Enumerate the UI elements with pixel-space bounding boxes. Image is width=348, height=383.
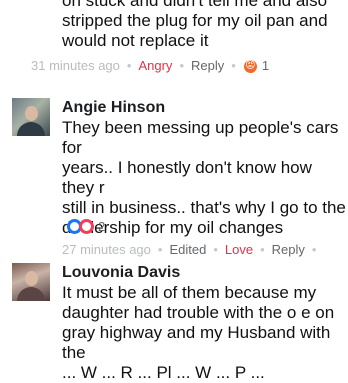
reply-button[interactable]: Reply bbox=[191, 57, 224, 75]
edited-label[interactable]: Edited bbox=[169, 241, 206, 259]
comment-timestamp: 31 minutes ago bbox=[31, 58, 120, 73]
reaction-count: 2 bbox=[98, 219, 106, 234]
love-reaction-icon bbox=[79, 219, 94, 234]
reaction-summary[interactable]: 😡 1 bbox=[242, 57, 270, 75]
comment-author[interactable]: Louvonia Davis bbox=[62, 263, 348, 283]
love-reaction-button[interactable]: Love bbox=[225, 241, 253, 259]
comment-meta: 31 minutes ago • Angry • Reply • 😡 1 bbox=[31, 57, 348, 75]
separator-dot: • bbox=[260, 242, 265, 257]
separator-dot: • bbox=[231, 58, 236, 73]
avatar[interactable] bbox=[12, 263, 50, 301]
reaction-summary[interactable]: 2 bbox=[67, 219, 105, 234]
comment-content: Louvonia Davis It must be all of them be… bbox=[62, 263, 348, 383]
comment-content: on stuck and didn't tell me and also str… bbox=[31, 0, 348, 75]
separator-dot: • bbox=[213, 242, 218, 257]
comment-meta: 27 minutes ago • Edited • Love • Reply • bbox=[62, 241, 348, 259]
comment-timestamp: 27 minutes ago bbox=[62, 242, 151, 257]
separator-dot: • bbox=[311, 242, 317, 257]
avatar[interactable] bbox=[12, 98, 50, 136]
comment-text: on stuck and didn't tell me and also str… bbox=[62, 0, 328, 50]
angry-reaction-icon: 😡 bbox=[242, 58, 258, 74]
angry-reaction-button[interactable]: Angry bbox=[138, 57, 172, 75]
comment-text: It must be all of them because my daught… bbox=[62, 283, 335, 382]
comment-content: Angie Hinson They been messing up people… bbox=[62, 98, 348, 259]
comment-author[interactable]: Angie Hinson bbox=[62, 98, 348, 118]
separator-dot: • bbox=[179, 58, 184, 73]
separator-dot: • bbox=[126, 58, 132, 73]
separator-dot: • bbox=[157, 242, 163, 257]
reaction-count: 1 bbox=[261, 58, 270, 73]
reply-button[interactable]: Reply bbox=[272, 241, 305, 259]
